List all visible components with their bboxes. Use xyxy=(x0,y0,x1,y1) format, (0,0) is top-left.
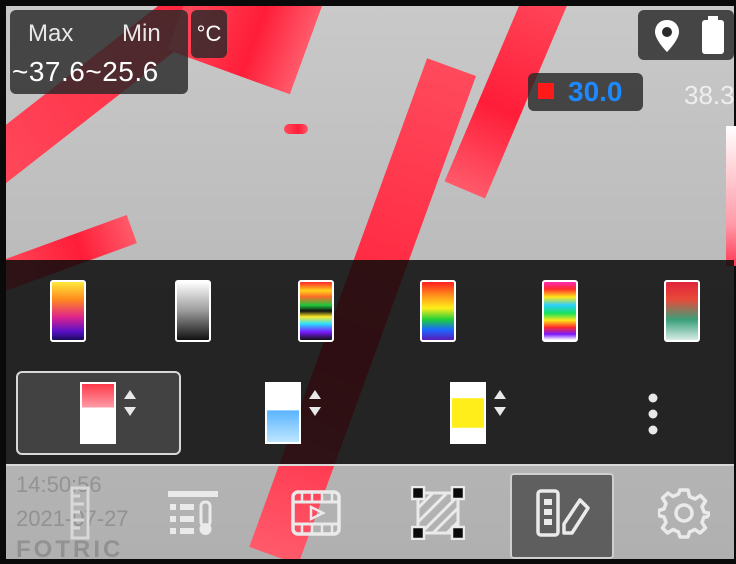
isotherm-above-button[interactable] xyxy=(80,382,150,446)
unit-button[interactable]: °C xyxy=(191,10,227,58)
area-measure-icon xyxy=(411,486,465,540)
color-scale-bar xyxy=(726,126,736,266)
min-label: Min xyxy=(122,20,161,47)
isotherm-above-icon xyxy=(80,382,116,444)
unit-label: °C xyxy=(196,21,222,46)
video-icon xyxy=(291,490,341,536)
video-button[interactable] xyxy=(276,473,356,553)
hot-region xyxy=(284,124,308,134)
isotherm-interval-button[interactable] xyxy=(450,382,520,446)
updown-arrows-icon xyxy=(494,390,506,416)
isotherm-below-icon xyxy=(265,382,301,444)
palette-red-green-icon[interactable] xyxy=(664,280,700,342)
isotherm-below-button[interactable] xyxy=(265,382,335,446)
palette-rainbow-high-contrast-icon[interactable] xyxy=(298,280,334,342)
area-measure-button[interactable] xyxy=(398,473,478,553)
palette-multi-band-icon[interactable] xyxy=(542,280,578,342)
more-icon[interactable] xyxy=(646,392,660,436)
status-bar xyxy=(638,10,734,60)
palette-iron-icon[interactable] xyxy=(50,280,86,342)
palette-white-hot-icon[interactable] xyxy=(175,280,211,342)
thermometer-list-button[interactable] xyxy=(153,473,233,553)
palette-rainbow-icon[interactable] xyxy=(420,280,456,342)
scale-max-value: 38.3 xyxy=(684,80,735,110)
max-label: Max xyxy=(28,20,74,47)
spot-temperature: 30.0 xyxy=(528,73,643,111)
range-value: ~37.6~25.6 xyxy=(12,56,159,87)
battery-icon xyxy=(702,16,724,54)
palette-edit-button[interactable] xyxy=(522,473,602,553)
gear-icon xyxy=(658,488,710,539)
updown-arrows-icon xyxy=(309,390,321,416)
ruler-icon xyxy=(70,486,90,540)
location-pin-icon xyxy=(655,20,679,52)
spot-value: 30.0 xyxy=(568,76,623,107)
palette-edit-icon xyxy=(536,489,590,537)
updown-arrows-icon xyxy=(124,390,136,416)
spot-marker-icon xyxy=(538,83,554,99)
settings-button[interactable] xyxy=(644,473,724,553)
thermometer-list-icon xyxy=(168,491,218,535)
ruler-button[interactable] xyxy=(40,473,120,553)
isotherm-interval-icon xyxy=(450,382,486,444)
temperature-range-readout: Max Min ~37.6~25.6 xyxy=(10,10,188,94)
